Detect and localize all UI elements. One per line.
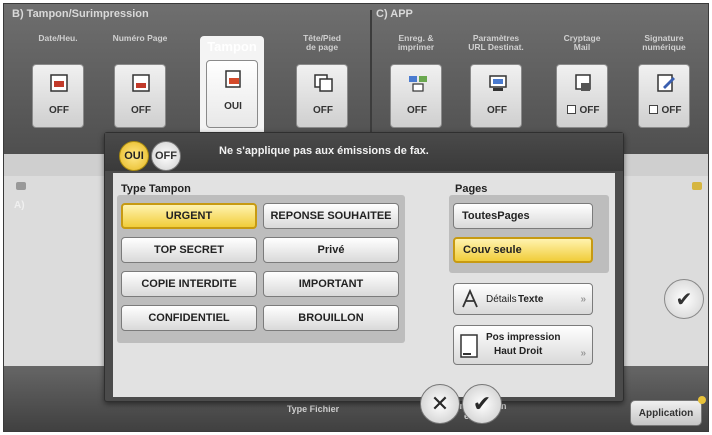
function-key-title: Enreg. & imprimer — [397, 33, 435, 52]
stamp-prive-button[interactable]: Privé — [263, 237, 399, 263]
section-a-label: A) — [14, 200, 25, 211]
pages-cover-only-button[interactable]: Couv seule — [453, 237, 593, 263]
function-key-tile[interactable]: OFF — [114, 64, 166, 128]
stamp-brouillon-button[interactable]: BROUILLON — [263, 305, 399, 331]
function-key-value: OFF — [557, 105, 609, 116]
function-key-value: OFF — [49, 105, 69, 116]
function-key-value: OFF — [639, 105, 691, 116]
function-key-tampon[interactable]: Tampon OUI — [200, 20, 264, 146]
function-key-value: OFF — [487, 105, 507, 116]
function-key-enreg-imprimer[interactable]: Enreg. & imprimer OFF — [390, 20, 442, 130]
ok-button[interactable]: ✔ — [462, 384, 502, 424]
pages-title: Pages — [455, 183, 488, 195]
function-key-tile[interactable]: OFF — [556, 64, 608, 128]
checkbox[interactable] — [566, 105, 576, 114]
font-a-icon — [462, 289, 478, 308]
application-indicator — [698, 396, 706, 404]
page-position-icon — [460, 334, 478, 358]
save-print-icon — [409, 76, 427, 92]
check-icon: ✔ — [472, 391, 492, 416]
function-key-title: Date/Heu. — [38, 33, 78, 43]
dialog-header: OUI OFF Ne s'applique pas aux émissions … — [105, 133, 623, 171]
url-destination-icon — [489, 75, 507, 91]
function-key-value-text: OFF — [661, 105, 682, 116]
stamp-top-secret-button[interactable]: TOP SECRET — [121, 237, 257, 263]
function-key-title: Numéro Page — [112, 33, 168, 43]
function-key-value: OFF — [407, 105, 427, 116]
group-label-app: C) APP — [376, 8, 413, 20]
stamp-type-title: Type Tampon — [121, 183, 191, 195]
date-stamp-icon — [50, 74, 68, 92]
function-key-tile[interactable]: OFF — [32, 64, 84, 128]
function-key-value: OFF — [131, 105, 151, 116]
function-key-value-text: OFF — [579, 105, 600, 116]
toggle-off-button[interactable]: OFF — [151, 141, 181, 171]
group-label-tampon-surimpression: B) Tampon/Surimpression — [12, 8, 149, 20]
stamp-urgent-button[interactable]: URGENT — [121, 203, 257, 229]
double-chevron-right-icon: » — [580, 294, 586, 305]
header-footer-icon — [314, 74, 333, 92]
function-key-tile[interactable]: OFF — [390, 64, 442, 128]
background-confirm-button[interactable]: ✔ — [664, 279, 704, 319]
x-icon: ✕ — [430, 391, 450, 416]
stamp-reponse-souhaitee-button[interactable]: REPONSE SOUHAITEE — [263, 203, 399, 229]
text-details-label-bold: Texte — [518, 294, 544, 305]
function-key-tile[interactable]: OFF — [470, 64, 522, 128]
scroll-indicator-right — [692, 182, 702, 190]
scroll-indicator-left — [16, 182, 26, 190]
function-key-cryptage-mail[interactable]: Cryptage Mail OFF — [556, 20, 608, 130]
stamp-confidentiel-button[interactable]: CONFIDENTIEL — [121, 305, 257, 331]
mail-encryption-icon — [575, 74, 591, 91]
function-key-title: Tampon — [207, 39, 257, 54]
stamp-copie-interdite-button[interactable]: COPIE INTERDITE — [121, 271, 257, 297]
double-chevron-right-icon: » — [580, 348, 586, 359]
dialog-message: Ne s'applique pas aux émissions de fax. — [219, 145, 429, 157]
dialog-body: Type Tampon Pages URGENT REPONSE SOUHAIT… — [113, 173, 615, 397]
tab-type-fichier[interactable]: Type Fichier — [268, 404, 358, 414]
print-position-button[interactable]: Pos impression Haut Droit » — [453, 325, 593, 365]
page-number-icon — [132, 74, 150, 92]
toggle-oui-button[interactable]: OUI — [119, 141, 149, 171]
copier-panel: B) Tampon/Surimpression C) APP Date/Heu.… — [3, 3, 709, 432]
function-key-tile[interactable]: OFF — [296, 64, 348, 128]
function-key-date-heure[interactable]: Date/Heu. OFF — [32, 20, 84, 130]
print-position-label: Pos impression — [486, 332, 561, 343]
function-key-numero-page[interactable]: Numéro Page OFF — [113, 20, 167, 130]
application-button[interactable]: Application — [630, 400, 702, 426]
stamp-important-button[interactable]: IMPORTANT — [263, 271, 399, 297]
function-key-signature[interactable]: Signature numérique OFF — [638, 20, 690, 130]
text-details-button[interactable]: Détails Texte » — [453, 283, 593, 315]
function-key-title: Tête/Pied de page — [303, 33, 341, 52]
cancel-button[interactable]: ✕ — [420, 384, 460, 424]
function-key-title: Cryptage Mail — [563, 33, 601, 52]
function-key-value: OUI — [224, 101, 242, 112]
function-key-parametres-url[interactable]: Paramètres URL Destinat. OFF — [468, 20, 524, 130]
function-key-tile[interactable]: OFF — [638, 64, 690, 128]
check-icon: ✔ — [675, 288, 693, 311]
function-key-title: Signature numérique — [642, 33, 686, 52]
function-key-title: Paramètres URL Destinat. — [468, 33, 524, 52]
pages-all-button[interactable]: ToutesPages — [453, 203, 593, 229]
function-key-value: OFF — [313, 105, 333, 116]
checkbox[interactable] — [648, 105, 658, 114]
stamp-icon — [225, 70, 241, 88]
function-key-tile[interactable]: OUI — [206, 60, 258, 128]
function-key-tete-pied[interactable]: Tête/Pied de page OFF — [296, 20, 348, 130]
text-details-label: Détails — [486, 294, 517, 305]
stamp-dialog: OUI OFF Ne s'applique pas aux émissions … — [104, 132, 624, 402]
digital-signature-icon — [657, 74, 675, 92]
print-position-value: Haut Droit — [494, 346, 543, 357]
